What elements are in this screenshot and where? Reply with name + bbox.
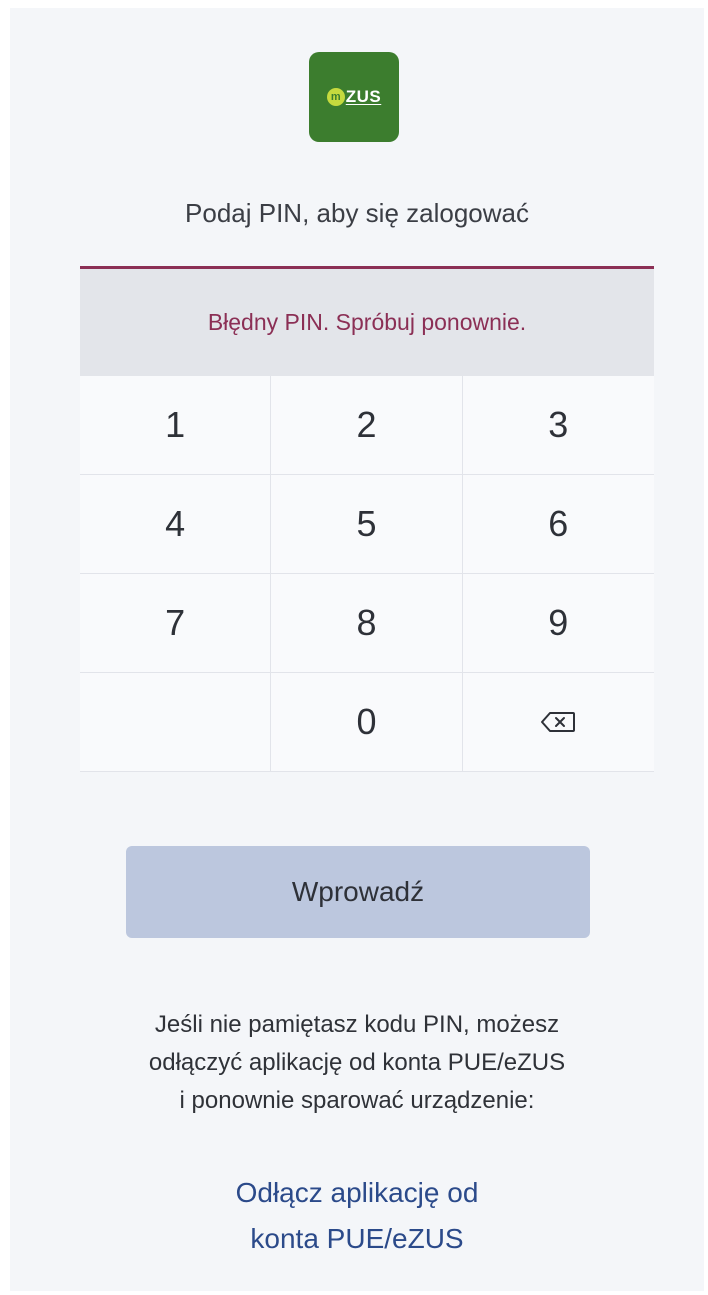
- key-empty: [80, 673, 272, 772]
- disconnect-app-link[interactable]: Odłącz aplikację od konta PUE/eZUS: [110, 1170, 604, 1262]
- error-message: Błędny PIN. Spróbuj ponownie.: [207, 309, 527, 335]
- error-banner: Błędny PIN. Spróbuj ponownie.: [80, 266, 654, 376]
- key-8[interactable]: 8: [271, 574, 463, 673]
- key-4[interactable]: 4: [80, 475, 272, 574]
- logo-text: ZUS: [345, 87, 382, 106]
- backspace-key[interactable]: [462, 673, 654, 772]
- key-3[interactable]: 3: [462, 376, 654, 475]
- enter-pin-button[interactable]: Wprowadź: [126, 846, 590, 938]
- backspace-icon: [540, 711, 576, 733]
- pin-prompt: Podaj PIN, aby się zalogować: [185, 198, 529, 228]
- key-5[interactable]: 5: [271, 475, 463, 574]
- mzus-logo: m ZUS: [309, 52, 399, 142]
- key-6[interactable]: 6: [462, 475, 654, 574]
- pin-keypad: 1 2 3 4 5 6 7 8 9 0: [80, 376, 654, 772]
- key-0[interactable]: 0: [271, 673, 463, 772]
- key-9[interactable]: 9: [462, 574, 654, 673]
- logo-badge: m: [326, 88, 345, 106]
- key-1[interactable]: 1: [80, 376, 272, 475]
- forgot-pin-help-text: Jeśli nie pamiętasz kodu PIN, możesz odł…: [148, 1011, 566, 1114]
- pin-login-screen: m ZUS Podaj PIN, aby się zalogować Błędn…: [10, 8, 704, 1291]
- key-7[interactable]: 7: [80, 574, 272, 673]
- key-2[interactable]: 2: [271, 376, 463, 475]
